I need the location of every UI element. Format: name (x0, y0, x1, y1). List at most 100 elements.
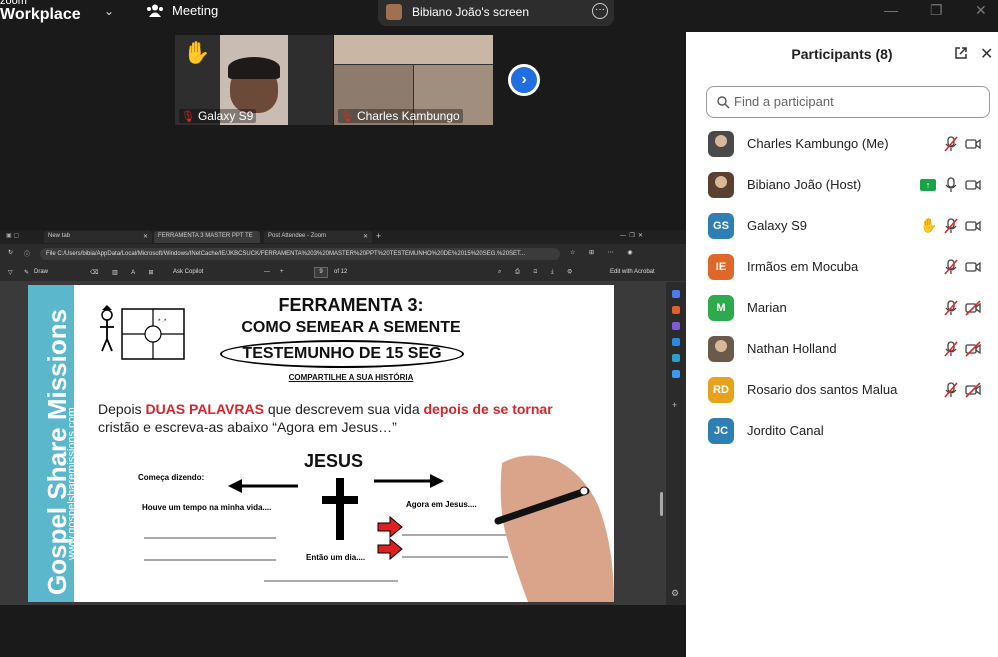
avatar: JC (708, 418, 734, 444)
meeting-menu[interactable]: Meeting (146, 3, 218, 18)
search-icon (717, 96, 730, 109)
close-panel-icon[interactable]: ✕ (980, 44, 993, 64)
participant-name: Marian (747, 300, 787, 315)
mic-muted-icon: 🎙 (340, 111, 354, 123)
sidebar-app-icon[interactable] (672, 290, 680, 298)
sidebar-app-icon[interactable] (672, 370, 680, 378)
camera-off-icon (964, 299, 982, 317)
new-tab-icon[interactable]: + (376, 231, 381, 241)
participant-row[interactable]: Nathan Holland (686, 329, 998, 370)
participant-row[interactable]: RD Rosario dos santos Malua (686, 370, 998, 411)
mic-icon (942, 176, 960, 194)
participants-panel: Participants (8) ✕ Find a participant Ch… (686, 32, 998, 657)
tab-new-tab[interactable]: New tab ✕ (44, 231, 152, 243)
refresh-icon[interactable]: ↻ (8, 249, 13, 256)
mic-muted-icon (942, 258, 960, 276)
pdf-viewer: Gospel Share Missions www.gospelsharemis… (0, 282, 666, 605)
draw-icon[interactable]: ✎ (24, 269, 29, 276)
panel-title: Participants (8) (791, 46, 893, 62)
avatar (708, 131, 734, 157)
slide-diagram (144, 455, 614, 602)
pdf-toolbar: ▽ ✎ Draw ⌫ ▥ A ⊞ Ask Copilot — + 9 of 12… (0, 264, 686, 282)
sidebar-app-icon[interactable] (672, 306, 680, 314)
raised-hand-icon: ✋ (183, 40, 211, 65)
meeting-footer-area (0, 605, 686, 657)
camera-icon (964, 176, 982, 194)
mic-muted-icon (942, 217, 960, 235)
share-label: Bibiano João's screen (412, 5, 530, 19)
tab-post-attendee[interactable]: Post Attendee - Zoom ✕ (264, 231, 372, 243)
participant-name: Charles Kambungo (Me) (747, 136, 889, 151)
chevron-down-icon[interactable]: ⌄ (104, 4, 114, 18)
filter-icon[interactable]: ▽ (8, 269, 13, 276)
pdf-tools-icons[interactable]: ⌫ ▥ A ⊞ (90, 269, 160, 276)
video-feed (334, 35, 493, 65)
close-window-icon[interactable]: ✕ (975, 2, 987, 19)
pdf-action-icons[interactable]: ⌕ ⎙ ⊡ ⤓ ⚙ (498, 269, 578, 276)
top-bar: zoom Workplace ⌄ Meeting Bibiano João's … (0, 0, 998, 28)
tab-ferramenta[interactable]: FERRAMENTA 3 MASTER PPT TE (154, 231, 260, 243)
sidebar-app-icon[interactable] (672, 338, 680, 346)
camera-icon (964, 258, 982, 276)
participant-name: Bibiano João (Host) (747, 177, 862, 192)
screen-share-pill[interactable]: Bibiano João's screen ··· (378, 0, 614, 26)
info-icon: ⓘ (24, 252, 31, 258)
video-tile-charles[interactable]: 🎙 Charles Kambungo (334, 35, 493, 125)
participant-name: Irmãos em Mocuba (747, 259, 859, 274)
participant-search-input[interactable]: Find a participant (706, 86, 990, 118)
slide-page: Gospel Share Missions www.gospelsharemis… (28, 285, 614, 602)
camera-icon (964, 217, 982, 235)
sidebar-app-icon[interactable] (672, 322, 680, 330)
participant-name: Nathan Holland (747, 341, 837, 356)
avatar (386, 4, 402, 20)
address-input[interactable]: File C:/Users/bibia/AppData/Local/Micros… (40, 248, 560, 260)
participant-name: Rosario dos santos Malua (747, 382, 898, 397)
scrollbar[interactable] (660, 492, 663, 516)
video-tile-galaxy[interactable]: ✋ 🎙 Galaxy S9 (175, 35, 333, 125)
browser-toolbar-icons[interactable]: ☆ ⊞ ⋯ ◉ (570, 249, 639, 256)
participant-row[interactable]: Charles Kambungo (Me) (686, 124, 998, 165)
page-number-input[interactable]: 9 (314, 267, 328, 278)
window-controls-icon[interactable]: — ❐ ✕ (620, 232, 643, 239)
zoom-out-icon[interactable]: — (264, 269, 270, 275)
zoom-in-icon[interactable]: + (280, 269, 284, 275)
avatar: RD (708, 377, 734, 403)
camera-icon (964, 135, 982, 153)
page-count: of 12 (334, 269, 348, 275)
settings-icon[interactable]: ⚙ (671, 588, 679, 599)
raised-hand-icon: ✋ (920, 217, 938, 233)
avatar: IE (708, 254, 734, 280)
mic-muted-icon: 🎙 (181, 111, 195, 123)
mic-muted-icon (942, 135, 960, 153)
next-videos-button[interactable]: › (508, 64, 540, 96)
participant-row[interactable]: IE Irmãos em Mocuba (686, 247, 998, 288)
participant-row[interactable]: JC Jordito Canal (686, 411, 998, 452)
participant-row[interactable]: GS Galaxy S9 ✋ (686, 206, 998, 247)
camera-off-icon (964, 340, 982, 358)
mic-muted-icon (942, 299, 960, 317)
draw-button[interactable]: Draw (34, 269, 48, 275)
ask-copilot-button[interactable]: Ask Copilot (173, 269, 203, 275)
app-brand: zoom Workplace (0, 0, 81, 23)
participant-row[interactable]: M Marian (686, 288, 998, 329)
add-icon[interactable]: + (672, 400, 677, 410)
participant-name: Jordito Canal (747, 423, 824, 438)
browser-tab-bar: ▣ ▢ New tab ✕ FERRAMENTA 3 MASTER PPT TE … (0, 230, 686, 244)
participant-row[interactable]: Bibiano João (Host) ↑ (686, 165, 998, 206)
avatar: M (708, 295, 734, 321)
participants-icon (147, 4, 163, 17)
avatar (708, 172, 734, 198)
browser-right-rail: + ⚙ (660, 282, 686, 605)
popout-icon[interactable] (954, 46, 968, 60)
video-name-label: 🎙 Charles Kambungo (338, 109, 463, 123)
screen-share-icon: ↑ (920, 176, 938, 194)
shared-browser: ▣ ▢ New tab ✕ FERRAMENTA 3 MASTER PPT TE … (0, 230, 686, 605)
more-options-icon[interactable]: ··· (592, 3, 608, 19)
mic-muted-icon (942, 340, 960, 358)
avatar (708, 336, 734, 362)
minimize-icon[interactable]: — (884, 2, 898, 18)
edit-acrobat-button[interactable]: Edit with Acrobat (610, 269, 655, 275)
restore-icon[interactable]: ❐ (930, 2, 943, 19)
camera-off-icon (964, 381, 982, 399)
sidebar-app-icon[interactable] (672, 354, 680, 362)
